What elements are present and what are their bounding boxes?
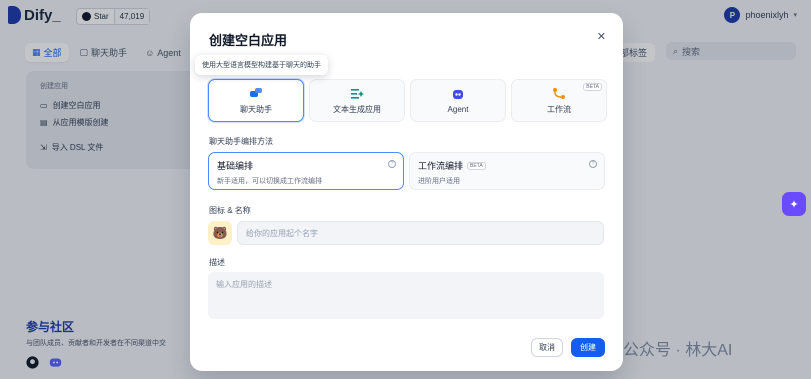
- icon-name-label: 图标 & 名称: [209, 206, 251, 215]
- create-button[interactable]: 创建: [571, 338, 605, 357]
- help-icon[interactable]: ?: [589, 160, 597, 168]
- agent-robot-icon: [451, 88, 465, 101]
- app-type-agent-label: Agent: [447, 104, 469, 114]
- app-name-input[interactable]: 给你的应用起个名字: [237, 221, 604, 245]
- app-icon-picker[interactable]: 🐻: [208, 221, 232, 245]
- mode-workflow-name: 工作流编排: [418, 161, 464, 171]
- watermark-text: 公众号 · 林大AI: [623, 342, 733, 359]
- description-label: 描述: [209, 258, 225, 267]
- assistant-float-button[interactable]: ✦: [782, 192, 806, 216]
- mode-workflow-desc: 进阶用户适用: [418, 178, 460, 185]
- mode-basic[interactable]: 基础编排 新手适用，可以切换成工作流编排 ?: [208, 152, 404, 190]
- cancel-button[interactable]: 取消: [531, 338, 563, 357]
- mode-basic-name: 基础编排: [217, 161, 254, 171]
- app-type-tooltip: 使用大型语言模型构建基于聊天的助手: [195, 55, 328, 75]
- orchestration-label: 聊天助手编排方法: [209, 137, 273, 146]
- chat-bot-icon: [249, 87, 263, 100]
- beta-badge: BETA: [467, 161, 486, 170]
- modal-title: 创建空白应用: [209, 33, 288, 48]
- beta-badge: BETA: [583, 83, 602, 91]
- close-icon[interactable]: ✕: [597, 30, 606, 43]
- workflow-icon: [552, 87, 566, 100]
- help-icon[interactable]: ?: [388, 160, 396, 168]
- app-type-text-generation[interactable]: 文本生成应用: [309, 79, 405, 122]
- app-type-workflow[interactable]: BETA 工作流: [511, 79, 607, 122]
- create-blank-app-modal: 创建空白应用 ✕ 聊天助手 文本生成应用 Agent BETA 工作流 使用大型…: [190, 13, 623, 371]
- app-type-agent[interactable]: Agent: [410, 79, 506, 122]
- app-description-input[interactable]: 输入应用的描述: [208, 272, 604, 319]
- text-gen-icon: [350, 87, 364, 100]
- app-type-chat-assistant[interactable]: 聊天助手: [208, 79, 304, 122]
- app-type-workflow-label: 工作流: [547, 104, 571, 114]
- mode-basic-desc: 新手适用，可以切换成工作流编排: [217, 178, 322, 185]
- sparkle-icon: ✦: [789, 198, 799, 211]
- app-type-options: 聊天助手 文本生成应用 Agent BETA 工作流: [208, 79, 607, 122]
- app-type-chat-label: 聊天助手: [240, 104, 272, 114]
- mode-workflow[interactable]: 工作流编排 BETA 进阶用户适用 ?: [409, 152, 605, 190]
- app-type-text-gen-label: 文本生成应用: [333, 104, 381, 114]
- orchestration-modes: 基础编排 新手适用，可以切换成工作流编排 ? 工作流编排 BETA 进阶用户适用…: [208, 152, 605, 190]
